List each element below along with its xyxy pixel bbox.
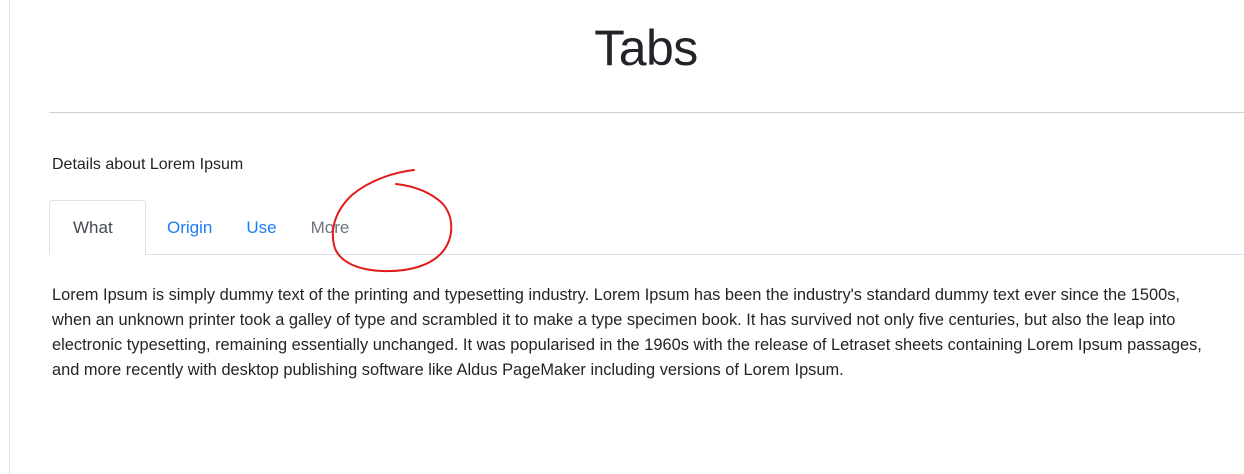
- tab-use[interactable]: Use: [227, 200, 291, 255]
- tab-more-label: More: [310, 217, 350, 237]
- tab-what[interactable]: What: [49, 200, 146, 255]
- tab-bar: What Origin Use More: [49, 200, 1244, 255]
- section-caption: Details about Lorem Ipsum: [52, 156, 244, 173]
- page: Tabs Details about Lorem Ipsum What Orig…: [0, 0, 1244, 474]
- page-title: Tabs: [594, 20, 698, 76]
- tab-origin-label: Origin: [167, 217, 213, 237]
- tab-origin[interactable]: Origin: [146, 200, 227, 255]
- tab-what-label: What: [73, 217, 113, 237]
- tab-content-panel: Lorem Ipsum is simply dummy text of the …: [52, 286, 1202, 379]
- tab-use-label: Use: [246, 217, 277, 237]
- tab-more[interactable]: More: [292, 200, 367, 255]
- title-divider: [49, 112, 1244, 113]
